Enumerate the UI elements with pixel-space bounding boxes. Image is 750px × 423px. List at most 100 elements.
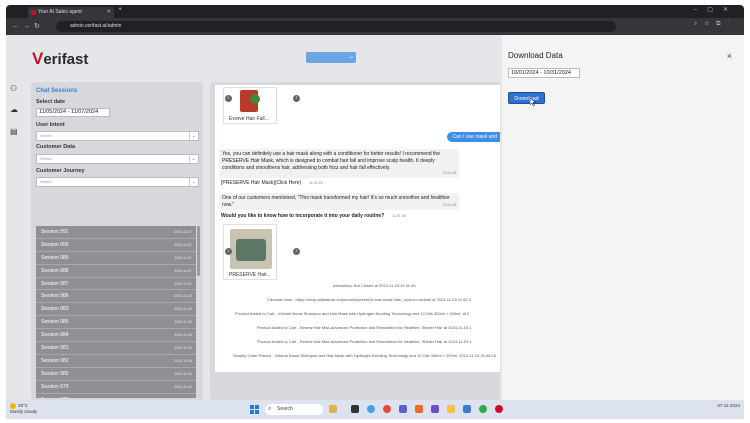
browser-tab-strip: Your AI Sales agent ✕ + –▢✕ <box>6 5 744 18</box>
carousel-prev-icon[interactable]: ‹ <box>225 95 232 102</box>
chrome-icon[interactable] <box>383 405 391 413</box>
session-label: Session 983 <box>41 306 69 313</box>
user-message: Can I use mask and <box>446 132 500 142</box>
session-row[interactable]: Session 985 2024-11-06 <box>36 316 196 330</box>
carousel-prev-icon[interactable]: ‹ <box>225 248 232 255</box>
close-icon[interactable]: × <box>727 51 732 61</box>
session-row[interactable]: Session 988 2024-11-07 <box>36 264 196 278</box>
drawer-title: Download Data <box>508 51 563 60</box>
edge-icon[interactable] <box>367 405 375 413</box>
event-entry[interactable]: Carousel click - https://shop.wildsature… <box>267 297 471 302</box>
document-icon[interactable]: ▤ <box>10 127 19 136</box>
event-entry: Product Added to Cart - Renew Hair Mist-… <box>257 339 472 344</box>
taskbar-clock: 07-11-2024 <box>717 403 740 408</box>
taskbar-search[interactable]: ⌕ Search <box>265 404 323 415</box>
url-field[interactable]: admin.verifast.ai/admin <box>56 21 616 32</box>
new-tab-icon[interactable]: + <box>118 6 122 13</box>
session-label: Session 990 <box>41 241 69 248</box>
session-row[interactable]: Session 981 2024-11-06 <box>36 342 196 355</box>
weather-widget[interactable]: 29°C Mostly cloudy <box>10 403 37 415</box>
chat-panel: Evorve Hair Fall... ‹ › Can I use mask a… <box>210 82 500 400</box>
screen: Your AI Sales agent ✕ + –▢✕ ←→↻ admin.ve… <box>0 0 750 423</box>
windows-start-icon[interactable] <box>250 405 259 414</box>
product-card[interactable]: Evorve Hair Fall... <box>223 87 277 124</box>
session-time: 2024-11-06 <box>174 371 192 376</box>
session-label: Session 987 <box>41 280 69 287</box>
chevron-down-icon: ⌄ <box>188 178 196 186</box>
panel-title: Chat Sessions <box>36 88 78 94</box>
task-view-icon[interactable] <box>351 405 359 413</box>
session-label: Session 978 <box>41 397 69 398</box>
session-row[interactable]: Session 990 2024-11-07 <box>36 238 196 252</box>
store-select[interactable]: ⌄ <box>306 52 356 63</box>
widget-icon[interactable] <box>329 405 337 413</box>
session-time: 2024-11-07 <box>174 242 192 247</box>
session-label: Session 989 <box>41 254 69 261</box>
app-page: ⚇ ☁ ▤ Verifast ⌄ Chat Sessions Select da… <box>6 35 744 400</box>
product-image-leaf <box>250 94 260 104</box>
date-range-input[interactable]: 11/05/2024 - 11/07/2024 <box>36 108 110 117</box>
event-entry: Shopify Order Placed - Volume Boost Sham… <box>233 353 497 358</box>
session-time: 2024-11-07 <box>174 281 192 286</box>
session-time: 2024-11-06 <box>174 346 192 351</box>
user-intent-select[interactable]: Select... ⌄ <box>36 131 199 141</box>
window-controls[interactable]: –▢✕ <box>694 6 738 13</box>
session-row[interactable]: Session 982 2024-11-06 <box>36 354 196 368</box>
folder-icon[interactable] <box>447 405 455 413</box>
chrome-active-icon[interactable] <box>479 405 487 413</box>
close-tab-icon[interactable]: ✕ <box>107 7 111 18</box>
download-button[interactable]: Download <box>508 92 545 104</box>
select-date-label: Select date <box>36 99 66 105</box>
session-row[interactable]: Session 979 2024-11-06 <box>36 380 196 394</box>
customer-journey-select[interactable]: Select... ⌄ <box>36 177 199 187</box>
customer-data-select[interactable]: Select... ⌄ <box>36 154 199 164</box>
session-label: Session 982 <box>41 357 69 364</box>
session-time: 2024-11-07 <box>174 268 192 273</box>
session-time: 2024-11-07 <box>174 255 192 260</box>
chevron-down-icon: ⌄ <box>348 54 354 60</box>
users-icon[interactable]: ⚇ <box>10 84 19 93</box>
download-date-range-input[interactable]: 10/01/2024 - 10/31/2024 <box>508 68 580 78</box>
session-row[interactable]: Session 989 2024-11-07 <box>36 251 196 265</box>
session-label: Session 981 <box>41 345 69 352</box>
carousel-next-icon[interactable]: › <box>293 248 300 255</box>
session-time: 2024-11-07 <box>174 230 192 234</box>
session-row[interactable]: Session 984 2024-11-06 <box>36 329 196 343</box>
session-time: 2024-11-06 <box>174 333 192 338</box>
bot-message: One of our customers mentioned, "This ma… <box>219 193 459 210</box>
weather-icon <box>10 403 16 409</box>
carousel-next-icon[interactable]: › <box>293 95 300 102</box>
session-time: 2024-11-06 <box>174 294 192 299</box>
nav-buttons-icon[interactable]: ←→↻ <box>12 22 44 30</box>
session-row[interactable]: Session 987 2024-11-07 <box>36 277 196 291</box>
browser-extension-icons[interactable]: ⌕☆⧉⋮ <box>694 21 736 28</box>
session-label: Session 991 <box>41 229 69 235</box>
brave-icon[interactable] <box>415 405 423 413</box>
customer-data-label: Customer Data <box>36 144 76 150</box>
session-list: Session 991 2024-11-07 Session 990 2024-11-… <box>36 226 196 398</box>
session-row[interactable]: Session 983 2024-11-06 <box>36 303 196 317</box>
session-row[interactable]: Session 986 2024-11-06 <box>36 290 196 304</box>
brain-icon[interactable]: ☁ <box>10 105 19 114</box>
event-entry: Interaction: Bot Closed at 2024-11-03 11… <box>333 283 416 288</box>
product-link-message[interactable]: [PRESERVE Hair Mask](Click Here) 11:01:45 <box>221 180 323 186</box>
session-row[interactable]: Session 978 2024-11-06 <box>36 393 196 398</box>
session-label: Session 988 <box>41 267 69 274</box>
session-row[interactable]: Session 991 2024-11-07 <box>36 226 196 239</box>
mouse-cursor-icon <box>530 98 536 106</box>
firefox-icon[interactable] <box>431 405 439 413</box>
app-icon[interactable] <box>463 405 471 413</box>
left-icon-bar: ⚇ ☁ ▤ <box>6 35 26 400</box>
session-time: 2024-11-06 <box>174 320 192 325</box>
session-time: 2024-11-06 <box>174 384 192 389</box>
session-label: Session 979 <box>41 383 69 390</box>
session-scrollbar[interactable] <box>197 226 200 276</box>
tab-title: Your AI Sales agent <box>38 9 82 15</box>
session-row[interactable]: Session 980 2024-11-06 <box>36 367 196 381</box>
chat-transcript: Evorve Hair Fall... ‹ › Can I use mask a… <box>215 85 500 372</box>
app-icon[interactable] <box>495 405 503 413</box>
url-text: admin.verifast.ai/admin <box>70 23 122 29</box>
browser-tab[interactable]: Your AI Sales agent ✕ <box>28 7 114 18</box>
teams-icon[interactable] <box>399 405 407 413</box>
bot-question: Would you like to know how to incorporat… <box>221 213 406 219</box>
